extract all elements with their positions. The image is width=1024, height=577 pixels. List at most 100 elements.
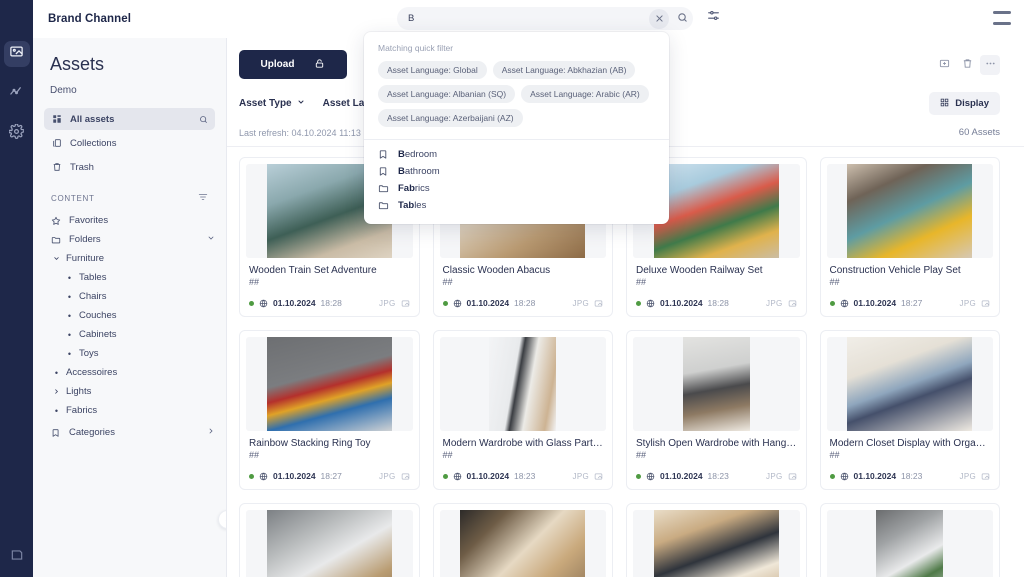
- asset-thumbnail[interactable]: [633, 510, 800, 577]
- asset-title: Modern Closet Display with Organi...: [829, 438, 991, 449]
- display-button[interactable]: Display: [929, 92, 1000, 115]
- asset-thumbnail[interactable]: [826, 337, 993, 431]
- asset-card[interactable]: [239, 503, 420, 577]
- add-to-collection-button[interactable]: [934, 55, 954, 75]
- bullet-marker: •: [67, 348, 72, 359]
- asset-file-type: JPG: [766, 298, 783, 308]
- asset-thumbnail[interactable]: [439, 510, 606, 577]
- asset-meta: 01.10.2024 18:27 JPG: [240, 465, 419, 489]
- asset-card[interactable]: Modern Wardrobe with Glass Partiti... ## 0…: [432, 330, 613, 490]
- asset-card[interactable]: [626, 503, 807, 577]
- more-options-button[interactable]: [980, 54, 1000, 75]
- bookmark-icon: [378, 166, 389, 177]
- search-suggestions-dropdown: Matching quick filter Asset Language: Gl…: [364, 32, 669, 224]
- asset-thumbnail[interactable]: [633, 337, 800, 431]
- thumbnail-image: [266, 337, 392, 431]
- delete-trash-icon: [962, 56, 973, 74]
- sidebar-item-accessoires[interactable]: • Accessoires: [44, 363, 215, 382]
- sidebar-item-furniture[interactable]: Furniture: [44, 249, 215, 268]
- bullet-marker: •: [67, 310, 72, 321]
- asset-thumbnail[interactable]: [439, 337, 606, 431]
- asset-card[interactable]: Rainbow Stacking Ring Toy ## 01.10.2024 18:…: [239, 330, 420, 490]
- rail-item-help[interactable]: [10, 548, 24, 567]
- search-input[interactable]: [397, 13, 649, 24]
- sidebar-collapse-button[interactable]: [218, 510, 226, 529]
- search-result-item[interactable]: Tables: [364, 197, 669, 214]
- asset-card[interactable]: Stylish Open Wardrobe with Hangi... ## 01.…: [626, 330, 807, 490]
- asset-time: 18:28: [514, 298, 536, 308]
- rail-item-analytics[interactable]: [4, 81, 30, 107]
- chevron-down-icon[interactable]: [53, 255, 60, 262]
- sidebar-item-categories[interactable]: Categories: [44, 423, 215, 442]
- status-badge: [249, 300, 254, 306]
- asset-card[interactable]: [819, 503, 1000, 577]
- bullet-marker: •: [67, 329, 72, 340]
- globe-icon: [646, 299, 655, 308]
- sidebar-item-trash[interactable]: Trash: [44, 156, 215, 178]
- sidebar-item-cabinets[interactable]: • Cabinets: [44, 325, 215, 344]
- app-icon-rail: [0, 0, 33, 577]
- quick-filter-chip[interactable]: Asset Language: Azerbaijani (AZ): [378, 109, 523, 127]
- search-result-label: Tables: [398, 200, 427, 211]
- search-filter-settings-button[interactable]: [703, 8, 723, 28]
- asset-thumbnail[interactable]: [826, 510, 993, 577]
- asset-card[interactable]: [432, 503, 613, 577]
- asset-file-type: JPG: [959, 471, 976, 481]
- search-submit-button[interactable]: [671, 8, 693, 30]
- asset-thumbnail[interactable]: [246, 337, 413, 431]
- asset-thumbnail[interactable]: [826, 164, 993, 258]
- sidebar-item-couches[interactable]: • Couches: [44, 306, 215, 325]
- sidebar-item-fabrics[interactable]: • Fabrics: [44, 401, 215, 420]
- search-clear-button[interactable]: [649, 8, 669, 29]
- filter-asset-type[interactable]: Asset Type: [239, 98, 305, 109]
- search-result-item[interactable]: Bedroom: [364, 146, 669, 163]
- asset-card[interactable]: Construction Vehicle Play Set ## 01.10.202…: [819, 157, 1000, 317]
- sidebar-item-toys[interactable]: • Toys: [44, 344, 215, 363]
- sidebar-item-favorites[interactable]: Favorites: [44, 211, 215, 230]
- sidebar-item-all-assets[interactable]: All assets: [44, 108, 215, 130]
- image-file-icon: [594, 472, 603, 481]
- asset-meta: 01.10.2024 18:28 JPG: [627, 292, 806, 316]
- delete-button[interactable]: [957, 55, 977, 75]
- asset-subtitle: ##: [442, 450, 453, 460]
- asset-title: Wooden Train Set Adventure: [249, 265, 377, 276]
- filter-lines-icon[interactable]: [198, 192, 208, 204]
- asset-title: Stylish Open Wardrobe with Hangi...: [636, 438, 797, 449]
- asset-title: Modern Wardrobe with Glass Partiti...: [442, 438, 604, 449]
- quick-filter-chip[interactable]: Asset Language: Global: [378, 61, 487, 79]
- search-result-label: Fabrics: [398, 183, 430, 194]
- search-bar[interactable]: [397, 7, 693, 30]
- star-icon: [51, 216, 63, 226]
- search-result-item[interactable]: Fabrics: [364, 180, 669, 197]
- search-result-item[interactable]: Bathroom: [364, 163, 669, 180]
- sidebar-item-folders[interactable]: Folders: [44, 230, 215, 249]
- chevron-right-icon[interactable]: [207, 427, 215, 438]
- sidebar-search-icon[interactable]: [199, 115, 208, 124]
- sidebar-item-chairs[interactable]: • Chairs: [44, 287, 215, 306]
- quick-filter-chip[interactable]: Asset Language: Albanian (SQ): [378, 85, 516, 103]
- globe-icon: [259, 299, 268, 308]
- bullet-marker: •: [67, 272, 72, 283]
- rail-item-settings[interactable]: [4, 121, 30, 147]
- sidebar-label: Collections: [70, 137, 117, 149]
- sidebar-item-collections[interactable]: Collections: [44, 132, 215, 154]
- sidebar-item-lights[interactable]: Lights: [44, 382, 215, 401]
- main-menu-button[interactable]: [993, 11, 1011, 25]
- upload-button[interactable]: Upload: [239, 50, 347, 79]
- asset-time: 18:23: [901, 471, 923, 481]
- quick-filter-chip[interactable]: Asset Language: Arabic (AR): [521, 85, 649, 103]
- asset-thumbnail[interactable]: [246, 510, 413, 577]
- thumbnail-image: [682, 337, 750, 431]
- chevron-right-icon[interactable]: [53, 388, 60, 395]
- asset-count: 60 Assets: [958, 127, 1000, 138]
- chevron-down-icon[interactable]: [207, 234, 215, 245]
- sidebar-label: Chairs: [79, 291, 107, 302]
- sidebar-label: Furniture: [66, 253, 105, 264]
- sidebar-label: Couches: [79, 310, 117, 321]
- sidebar-item-tables[interactable]: • Tables: [44, 268, 215, 287]
- image-file-icon: [981, 472, 990, 481]
- magnifier-icon: [677, 10, 688, 28]
- asset-card[interactable]: Modern Closet Display with Organi... ## 01…: [819, 330, 1000, 490]
- quick-filter-chip[interactable]: Asset Language: Abkhazian (AB): [492, 61, 636, 79]
- rail-item-assets[interactable]: [3, 41, 30, 67]
